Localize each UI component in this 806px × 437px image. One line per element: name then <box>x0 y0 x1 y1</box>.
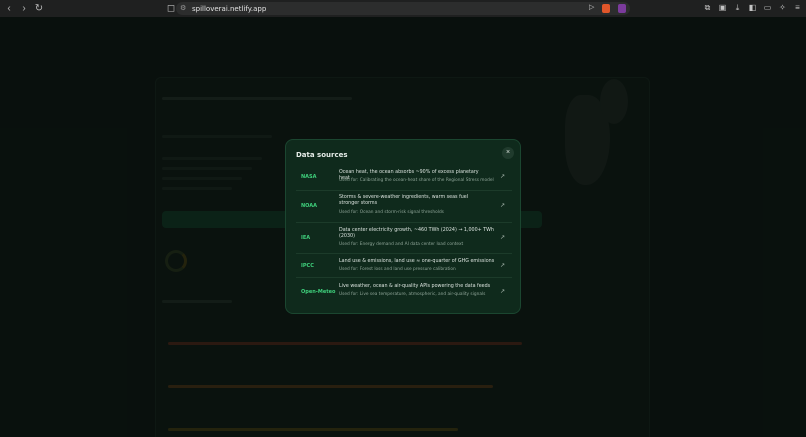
site-info-icon[interactable]: ⚙ <box>180 4 189 13</box>
back-icon[interactable]: ‹ <box>3 3 15 15</box>
external-link-icon[interactable]: ↗ <box>500 173 505 180</box>
source-used-for: Used for: Calibrating the ocean-heat sha… <box>339 178 494 183</box>
source-row-open-meteo: Open-Meteo Live weather, ocean & air-qua… <box>296 278 512 308</box>
source-name: Open-Meteo <box>301 289 336 295</box>
source-description: Storms & severe-weather ingredients, war… <box>339 195 469 207</box>
source-row-noaa: NOAA Storms & severe-weather ingredients… <box>296 191 512 223</box>
source-row-ipcc: IPCC Land use & emissions, land use ≈ on… <box>296 254 512 278</box>
extensions-icon[interactable]: ⧉ <box>703 3 712 13</box>
forward-icon[interactable]: › <box>18 3 30 15</box>
url-text: spilloverai.netlify.app <box>192 4 267 13</box>
brave-shield-icon[interactable] <box>602 4 610 13</box>
wallet-icon[interactable]: ▣ <box>718 3 727 13</box>
menu-icon[interactable]: ≡ <box>793 3 802 13</box>
source-name: NOAA <box>301 203 318 209</box>
source-description: Land use & emissions, land use ≈ one-qua… <box>339 259 495 264</box>
browser-toolbar: ‹ › ↻ ◻ ⚙ spilloverai.netlify.app ▷ ⧉ ▣ … <box>0 0 806 17</box>
brave-rewards-icon[interactable] <box>618 4 626 13</box>
tabs-icon[interactable]: ▭ <box>763 3 772 13</box>
data-sources-modal: Data sources × NASA Ocean heat, the ocea… <box>285 139 521 314</box>
source-used-for: Used for: Ocean and storm-risk signal th… <box>339 210 444 215</box>
reload-icon[interactable]: ↻ <box>33 3 45 15</box>
source-name: IEA <box>301 235 311 241</box>
external-link-icon[interactable]: ↗ <box>500 288 505 295</box>
external-link-icon[interactable]: ↗ <box>500 262 505 269</box>
modal-title: Data sources <box>296 151 348 159</box>
source-name: NASA <box>301 174 317 180</box>
external-link-icon[interactable]: ↗ <box>500 234 505 241</box>
close-button[interactable]: × <box>502 147 514 159</box>
external-link-icon[interactable]: ↗ <box>500 202 505 209</box>
source-used-for: Used for: Energy demand and AI data cent… <box>339 242 464 247</box>
source-used-for: Used for: Forest loss and land use press… <box>339 267 456 272</box>
address-bar[interactable]: ⚙ spilloverai.netlify.app ▷ <box>176 2 630 15</box>
source-row-nasa: NASA Ocean heat, the ocean absorbs ~90% … <box>296 166 512 191</box>
source-used-for: Used for: Live sea temperature, atmosphe… <box>339 292 486 297</box>
source-name: IPCC <box>301 263 314 269</box>
share-icon[interactable]: ▷ <box>589 3 594 11</box>
download-icon[interactable]: ⤓ <box>733 3 742 13</box>
leo-icon[interactable]: ✧ <box>778 3 787 13</box>
source-row-iea: IEA Data center electricity growth, ~460… <box>296 223 512 254</box>
sidebar-icon[interactable]: ◧ <box>748 3 757 13</box>
source-description: Data center electricity growth, ~460 TWh… <box>339 228 494 240</box>
source-description: Live weather, ocean & air-quality APIs p… <box>339 284 491 289</box>
